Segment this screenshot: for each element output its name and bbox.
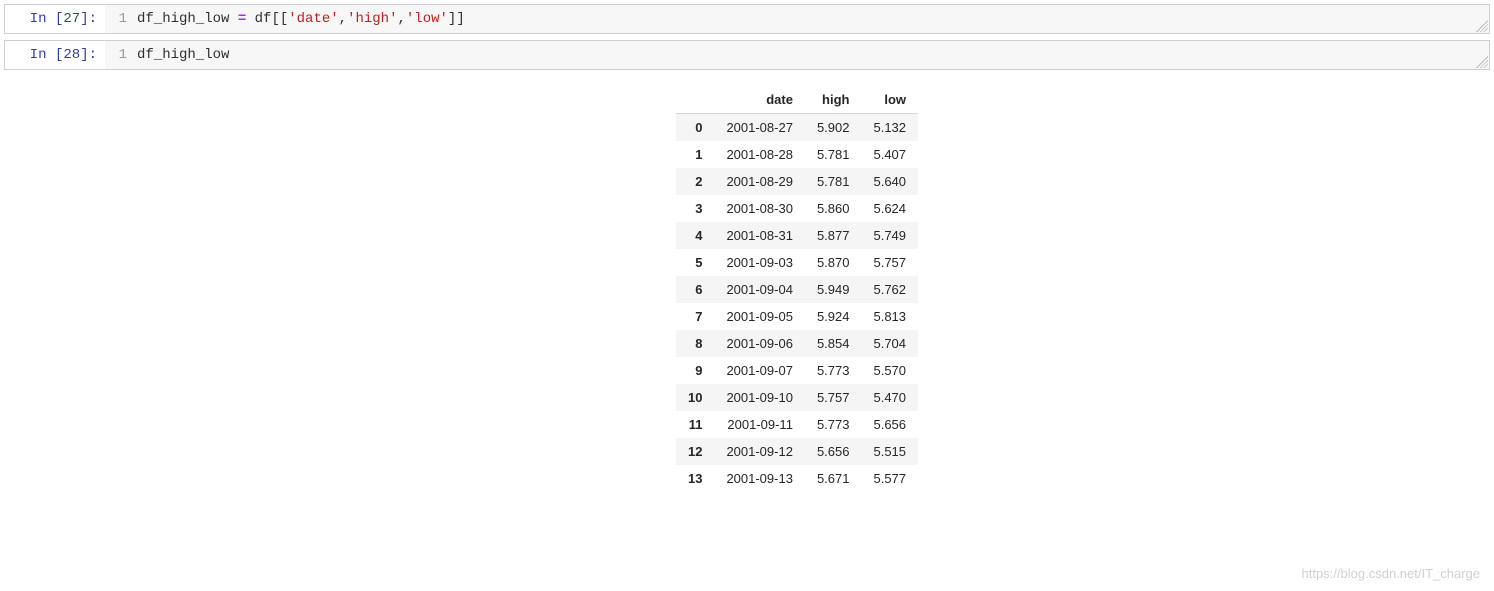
row-index: 3 — [676, 195, 714, 222]
table-header-row: date high low — [676, 86, 918, 114]
cell-low: 5.640 — [861, 168, 918, 195]
cell-high: 5.902 — [805, 114, 862, 142]
row-index: 2 — [676, 168, 714, 195]
cell-low: 5.515 — [861, 438, 918, 465]
col-header-low: low — [861, 86, 918, 114]
cell-low: 5.813 — [861, 303, 918, 330]
cell-low: 5.749 — [861, 222, 918, 249]
cell-date: 2001-08-27 — [714, 114, 805, 142]
table-row: 42001-08-315.8775.749 — [676, 222, 918, 249]
watermark-text: https://blog.csdn.net/IT_charge — [1302, 566, 1481, 581]
resize-handle-icon[interactable] — [1476, 56, 1488, 68]
col-header-date: date — [714, 86, 805, 114]
table-row: 12001-08-285.7815.407 — [676, 141, 918, 168]
cell-low: 5.656 — [861, 411, 918, 438]
cell-date: 2001-09-10 — [714, 384, 805, 411]
cell-low: 5.570 — [861, 357, 918, 384]
cell-date: 2001-08-31 — [714, 222, 805, 249]
cell-low: 5.624 — [861, 195, 918, 222]
cell-high: 5.781 — [805, 141, 862, 168]
row-index: 8 — [676, 330, 714, 357]
table-row: 132001-09-135.6715.577 — [676, 465, 918, 492]
cell-date: 2001-08-30 — [714, 195, 805, 222]
code-cell-28: In [28]: 1 df_high_low — [4, 40, 1490, 70]
row-index: 0 — [676, 114, 714, 142]
input-prompt: In [28]: — [5, 41, 105, 69]
row-index: 11 — [676, 411, 714, 438]
cell-date: 2001-09-11 — [714, 411, 805, 438]
cell-high: 5.781 — [805, 168, 862, 195]
input-prompt: In [27]: — [5, 5, 105, 33]
row-index: 7 — [676, 303, 714, 330]
table-row: 92001-09-075.7735.570 — [676, 357, 918, 384]
cell-date: 2001-09-04 — [714, 276, 805, 303]
resize-handle-icon[interactable] — [1476, 20, 1488, 32]
code-input-area[interactable]: 1 df_high_low = df[['date','high','low']… — [105, 5, 1489, 33]
table-row: 82001-09-065.8545.704 — [676, 330, 918, 357]
cell-low: 5.407 — [861, 141, 918, 168]
row-index: 9 — [676, 357, 714, 384]
table-row: 52001-09-035.8705.757 — [676, 249, 918, 276]
cell-high: 5.924 — [805, 303, 862, 330]
table-row: 22001-08-295.7815.640 — [676, 168, 918, 195]
cell-high: 5.877 — [805, 222, 862, 249]
cell-high: 5.773 — [805, 411, 862, 438]
cell-date: 2001-08-28 — [714, 141, 805, 168]
table-row: 62001-09-045.9495.762 — [676, 276, 918, 303]
output-prompt-spacer — [4, 76, 104, 492]
row-index: 13 — [676, 465, 714, 492]
table-corner — [676, 86, 714, 114]
cell-low: 5.762 — [861, 276, 918, 303]
cell-low: 5.470 — [861, 384, 918, 411]
cell-high: 5.860 — [805, 195, 862, 222]
table-row: 102001-09-105.7575.470 — [676, 384, 918, 411]
cell-high: 5.671 — [805, 465, 862, 492]
cell-low: 5.577 — [861, 465, 918, 492]
row-index: 10 — [676, 384, 714, 411]
row-index: 12 — [676, 438, 714, 465]
cell-date: 2001-09-06 — [714, 330, 805, 357]
cell-high: 5.949 — [805, 276, 862, 303]
col-header-high: high — [805, 86, 862, 114]
table-row: 112001-09-115.7735.656 — [676, 411, 918, 438]
cell-date: 2001-09-07 — [714, 357, 805, 384]
row-index: 5 — [676, 249, 714, 276]
row-index: 4 — [676, 222, 714, 249]
row-index: 1 — [676, 141, 714, 168]
line-number: 1 — [113, 47, 137, 63]
cell-date: 2001-09-13 — [714, 465, 805, 492]
cell-low: 5.132 — [861, 114, 918, 142]
code-content[interactable]: df_high_low = df[['date','high','low']] — [137, 11, 1481, 27]
table-row: 72001-09-055.9245.813 — [676, 303, 918, 330]
table-row: 32001-08-305.8605.624 — [676, 195, 918, 222]
code-cell-27: In [27]: 1 df_high_low = df[['date','hig… — [4, 4, 1490, 34]
cell-low: 5.757 — [861, 249, 918, 276]
dataframe-table: date high low 02001-08-275.9025.13212001… — [676, 86, 918, 492]
cell-low: 5.704 — [861, 330, 918, 357]
cell-high: 5.773 — [805, 357, 862, 384]
cell-date: 2001-09-03 — [714, 249, 805, 276]
cell-high: 5.757 — [805, 384, 862, 411]
cell-date: 2001-08-29 — [714, 168, 805, 195]
cell-date: 2001-09-12 — [714, 438, 805, 465]
table-row: 02001-08-275.9025.132 — [676, 114, 918, 142]
row-index: 6 — [676, 276, 714, 303]
line-number: 1 — [113, 11, 137, 27]
cell-high: 5.870 — [805, 249, 862, 276]
cell-high: 5.854 — [805, 330, 862, 357]
code-input-area[interactable]: 1 df_high_low — [105, 41, 1489, 69]
table-row: 122001-09-125.6565.515 — [676, 438, 918, 465]
cell-date: 2001-09-05 — [714, 303, 805, 330]
output-cell-28: date high low 02001-08-275.9025.13212001… — [4, 76, 1490, 492]
dataframe-output: date high low 02001-08-275.9025.13212001… — [104, 76, 1490, 492]
cell-high: 5.656 — [805, 438, 862, 465]
code-content[interactable]: df_high_low — [137, 47, 1481, 63]
